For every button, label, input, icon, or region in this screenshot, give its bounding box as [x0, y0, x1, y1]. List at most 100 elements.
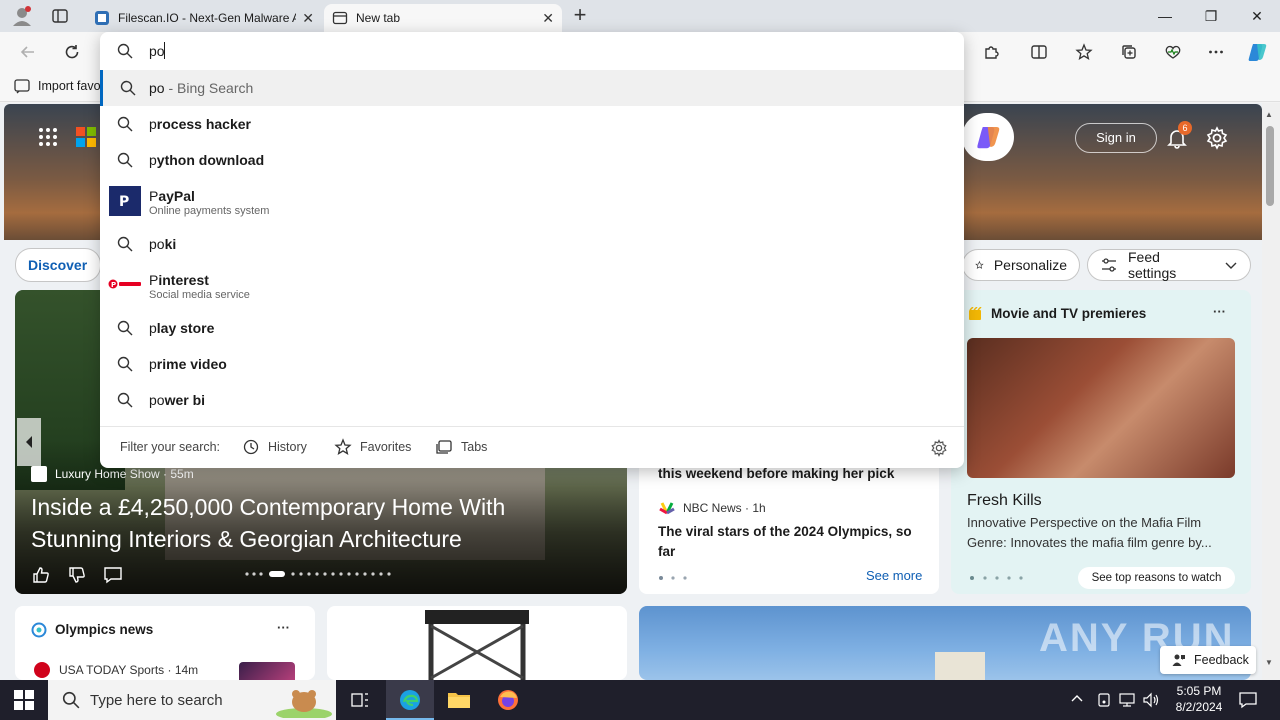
tab-close-icon[interactable]: ✕: [542, 10, 554, 27]
folder-icon: [448, 693, 470, 708]
product-card[interactable]: [327, 606, 627, 680]
suggestion-item[interactable]: prime video: [100, 346, 964, 382]
taskbar-firefox[interactable]: [496, 688, 520, 712]
device-icon[interactable]: [1096, 692, 1112, 708]
settings-more-button[interactable]: [1202, 38, 1230, 66]
tab-new-tab[interactable]: New tab ✕: [324, 4, 562, 32]
edge-icon: [400, 690, 420, 710]
card-pager-dots[interactable]: [967, 574, 1027, 582]
feed-settings-button[interactable]: Feed settings: [1087, 249, 1251, 281]
suggestion-typed: po: [149, 392, 165, 408]
card-pager-dots[interactable]: [657, 574, 697, 582]
filter-history-button[interactable]: History: [242, 438, 307, 456]
copilot-button[interactable]: [1244, 38, 1272, 66]
tab-label: Filescan.IO - Next-Gen Malware A: [118, 11, 297, 25]
more-options-button[interactable]: ···: [277, 620, 290, 635]
copilot-hero-button[interactable]: [962, 113, 1014, 161]
suggestion-suffix: - Bing Search: [164, 80, 254, 96]
see-top-reasons-button[interactable]: See top reasons to watch: [1078, 567, 1235, 589]
tab-actions-icon[interactable]: [50, 6, 70, 26]
profile-icon[interactable]: [10, 5, 34, 27]
tab-filescan[interactable]: Filescan.IO - Next-Gen Malware A ✕: [86, 4, 322, 32]
scrollbar-thumb[interactable]: [1266, 126, 1274, 206]
task-view-button[interactable]: [350, 690, 370, 710]
favorites-button[interactable]: [1070, 38, 1098, 66]
maximize-button[interactable]: ❐: [1188, 0, 1234, 32]
more-icon: [1209, 50, 1223, 54]
filter-favorites-button[interactable]: Favorites: [334, 438, 411, 456]
story-headline[interactable]: The viral stars of the 2024 Olympics, so…: [658, 522, 923, 562]
back-button[interactable]: [14, 38, 42, 66]
chevron-up-icon: [1071, 695, 1083, 702]
minimize-button[interactable]: —: [1142, 0, 1188, 32]
see-more-link[interactable]: See more: [866, 568, 922, 583]
suggestion-pinterest[interactable]: P Pinterest Social media service: [100, 264, 964, 306]
close-window-button[interactable]: ✕: [1234, 0, 1280, 32]
start-button[interactable]: [14, 690, 34, 710]
filescan-favicon: [94, 10, 110, 26]
suggestion-typed: p: [149, 152, 157, 168]
suggestion-item[interactable]: process hacker: [100, 106, 964, 142]
collections-button[interactable]: [1115, 38, 1143, 66]
extensions-button[interactable]: [977, 38, 1005, 66]
app-launcher-icon[interactable]: [38, 127, 58, 147]
search-filter-bar: Filter your search: History Favorites Ta…: [100, 426, 964, 468]
scroll-up-icon[interactable]: ▲: [1265, 110, 1273, 119]
partial-headline[interactable]: this weekend before making her pick: [658, 466, 908, 481]
search-icon: [117, 320, 133, 336]
show-title[interactable]: Fresh Kills: [967, 492, 1042, 510]
personalize-button[interactable]: Personalize: [962, 249, 1080, 281]
show-hidden-icons-button[interactable]: [1070, 692, 1084, 706]
page-settings-button[interactable]: [1205, 126, 1229, 150]
like-icon[interactable]: [31, 565, 51, 585]
suggestion-item[interactable]: poki: [100, 226, 964, 262]
sign-in-button[interactable]: Sign in: [1075, 123, 1157, 153]
story-headline[interactable]: Inside a £4,250,000 Contemporary Home Wi…: [31, 491, 591, 555]
movie-poster-image[interactable]: [967, 338, 1235, 478]
taskbar-file-explorer[interactable]: [446, 688, 472, 712]
suggestion-subtitle: Online payments system: [149, 205, 270, 217]
feedback-icon: [1172, 654, 1185, 666]
comment-icon[interactable]: [103, 565, 123, 585]
volume-icon[interactable]: [1142, 692, 1160, 708]
suggestion-item[interactable]: python download: [100, 142, 964, 178]
filter-tabs-button[interactable]: Tabs: [435, 438, 487, 456]
import-favorites-link[interactable]: Import favo: [38, 79, 101, 93]
taskbar-clock[interactable]: 5:05 PM 8/2/2024: [1166, 683, 1232, 715]
tab-close-icon[interactable]: ✕: [302, 10, 314, 27]
search-icon: [117, 236, 133, 252]
search-settings-button[interactable]: [930, 439, 948, 457]
suggestion-typed: p: [149, 320, 157, 336]
dislike-icon[interactable]: [67, 565, 87, 585]
taskbar-search-box[interactable]: Type here to search: [48, 680, 336, 720]
address-bar[interactable]: po: [100, 32, 964, 70]
suggestion-bing-search[interactable]: po - Bing Search: [100, 70, 964, 106]
movie-premieres-card[interactable]: Movie and TV premieres ··· Fresh Kills I…: [951, 290, 1251, 594]
scroll-down-icon[interactable]: ▼: [1265, 658, 1273, 667]
feedback-button[interactable]: Feedback: [1160, 646, 1256, 674]
taskbar-edge[interactable]: [386, 680, 434, 720]
new-tab-button[interactable]: +: [568, 4, 592, 28]
network-icon[interactable]: [1118, 692, 1136, 708]
suggestion-paypal[interactable]: P PayPal Online payments system: [100, 180, 964, 222]
story-thumbnail[interactable]: [239, 662, 295, 680]
refresh-button[interactable]: [58, 38, 86, 66]
puzzle-icon: [985, 46, 999, 59]
filter-label: Filter your search:: [120, 440, 221, 454]
address-input[interactable]: po: [149, 43, 165, 59]
suggestion-item[interactable]: power bi: [100, 382, 964, 418]
olympics-icon: [31, 622, 47, 638]
suggestion-item[interactable]: play store: [100, 310, 964, 346]
more-options-button[interactable]: ···: [1213, 304, 1226, 319]
browser-essentials-button[interactable]: [1159, 38, 1187, 66]
carousel-dots[interactable]: [243, 568, 399, 580]
notification-center-button[interactable]: [1238, 690, 1258, 710]
suggestion-typed: p: [149, 116, 157, 132]
discover-tab[interactable]: Discover: [15, 248, 101, 282]
carousel-prev-button[interactable]: [17, 418, 41, 466]
suggestion-typed: P: [149, 188, 159, 204]
olympics-news-card[interactable]: Olympics news ··· USA TODAY Sports · 14m: [15, 606, 315, 680]
text-cursor: [164, 42, 165, 59]
suggestion-subtitle: Social media service: [149, 289, 250, 301]
split-screen-button[interactable]: [1025, 38, 1053, 66]
